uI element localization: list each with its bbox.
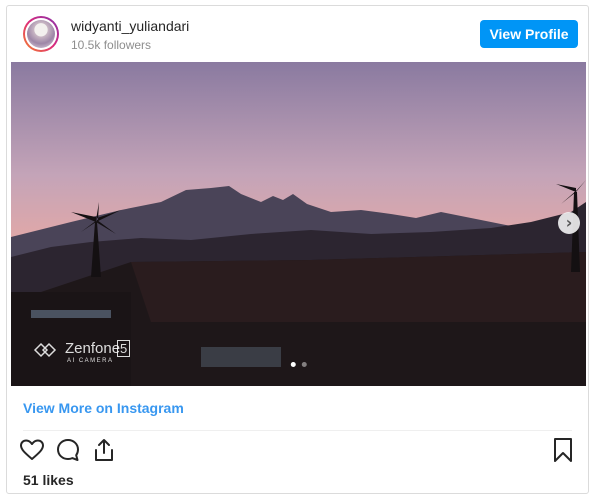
follower-count: 10.5k followers	[71, 38, 152, 52]
bookmark-icon[interactable]	[550, 437, 576, 463]
heart-icon[interactable]	[19, 437, 45, 463]
username[interactable]: widyanti_yuliandari	[71, 18, 189, 35]
zenfone-logo-icon	[33, 342, 57, 358]
view-more-link[interactable]: View More on Instagram	[23, 400, 184, 416]
carousel-indicator	[289, 354, 307, 372]
avatar[interactable]	[23, 16, 59, 52]
comment-icon[interactable]	[55, 437, 81, 463]
avatar-image	[27, 20, 55, 48]
divider	[23, 430, 572, 431]
carousel-dot-active	[290, 362, 296, 367]
avatar-ring	[25, 18, 57, 50]
view-profile-button[interactable]: View Profile	[480, 20, 578, 48]
sunset-photo	[11, 62, 586, 386]
post-image[interactable]: Zenfone 5 AI CAMERA ›	[11, 62, 586, 386]
watermark-model: 5	[117, 340, 131, 357]
user-info: widyanti_yuliandari 10.5k followers	[71, 18, 189, 53]
carousel-dot	[301, 362, 307, 367]
share-icon[interactable]	[91, 437, 117, 463]
like-count: 51 likes	[23, 472, 74, 488]
watermark-brand: Zenfone	[65, 340, 121, 357]
instagram-embed-card: widyanti_yuliandari 10.5k followers View…	[6, 5, 589, 494]
watermark-subtitle: AI CAMERA	[67, 358, 114, 364]
post-header: widyanti_yuliandari 10.5k followers View…	[7, 6, 588, 62]
carousel-next-button[interactable]: ›	[558, 212, 580, 234]
